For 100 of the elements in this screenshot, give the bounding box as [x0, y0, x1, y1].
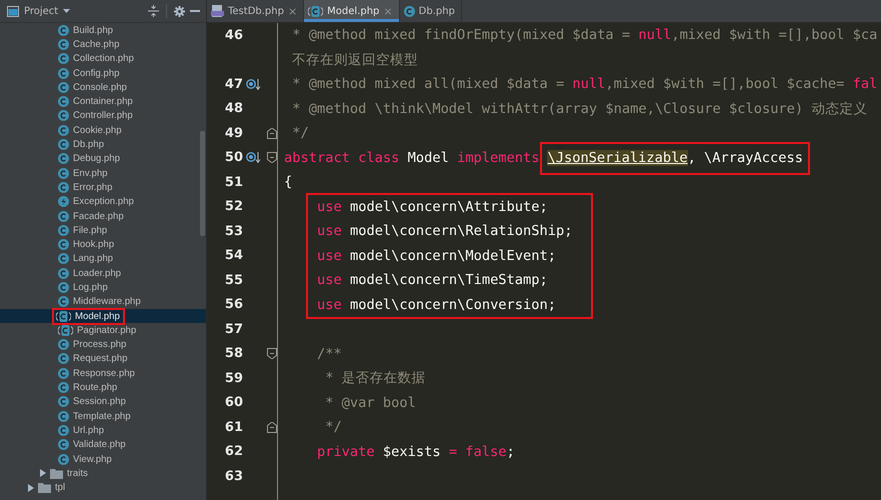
fold-marker-icon[interactable]: [267, 348, 277, 360]
class-file-icon: [58, 68, 69, 79]
settings-icon[interactable]: [174, 6, 185, 16]
code-line: use model\concern\TimeStamp;: [317, 271, 549, 290]
php-file-icon: [211, 5, 224, 17]
folder-icon: [50, 468, 63, 479]
tree-item[interactable]: Paginator.php: [77, 324, 136, 336]
line-number: 54: [224, 248, 243, 264]
class-file-icon: [58, 424, 69, 436]
tree-item[interactable]: Db.php: [73, 139, 104, 150]
line-number: 47: [224, 76, 243, 92]
abstract-class-icon: [56, 310, 71, 322]
editor-tab[interactable]: Db.php: [400, 0, 462, 22]
tree-item[interactable]: Cookie.php: [73, 124, 122, 136]
tree-item[interactable]: Url.php: [73, 424, 104, 436]
class-file-icon: [404, 6, 415, 16]
tree-item[interactable]: Request.php: [73, 353, 128, 364]
collapsed-arrow-icon[interactable]: [28, 484, 34, 492]
tree-item[interactable]: File.php: [73, 224, 108, 236]
code-line: * 是否存在数据: [324, 369, 427, 388]
code-line: use model\concern\ModelEvent;: [317, 246, 557, 266]
class-file-icon: [58, 139, 69, 150]
code-line: */: [324, 418, 343, 437]
tree-item[interactable]: Session.php: [73, 396, 126, 408]
tree-item[interactable]: Facade.php: [73, 210, 124, 222]
tree-item[interactable]: Loader.php: [73, 268, 122, 279]
tree-item[interactable]: Response.php: [73, 368, 135, 379]
implements-marker-icon[interactable]: [246, 78, 261, 91]
lightning-class-icon: [58, 196, 69, 208]
line-number: 58: [224, 346, 243, 362]
tree-item[interactable]: Cache.php: [73, 38, 120, 50]
class-file-icon: [58, 382, 69, 394]
code-line: * @method mixed findOrEmpty(mixed $data = null,mixed $with =[],bool $ca: [291, 26, 878, 45]
collapsed-arrow-icon[interactable]: [40, 469, 46, 478]
abstract-class-icon: [58, 324, 73, 336]
class-file-icon: [58, 110, 69, 122]
class-file-icon: [58, 396, 69, 408]
line-number: 62: [224, 444, 243, 460]
tree-item[interactable]: Process.php: [73, 339, 126, 350]
tree-item[interactable]: Route.php: [73, 382, 118, 394]
line-number: 60: [224, 395, 243, 410]
code-line: private $exists = false;: [316, 442, 516, 462]
tree-item[interactable]: Controller.php: [73, 110, 133, 122]
tree-item[interactable]: Hook.php: [73, 239, 114, 250]
fold-marker-icon[interactable]: [267, 152, 277, 164]
line-number: 56: [224, 297, 243, 312]
class-file-icon: [58, 282, 69, 293]
fold-marker-icon[interactable]: [267, 128, 277, 139]
class-file-icon: [58, 253, 69, 264]
tree-item[interactable]: Error.php: [73, 182, 112, 193]
tree-item[interactable]: Template.php: [73, 410, 131, 422]
tree-item[interactable]: Lang.php: [73, 253, 114, 264]
class-file-icon: [58, 454, 69, 465]
class-file-icon: [58, 439, 69, 450]
code-line: 不存在则返回空模型: [291, 50, 420, 70]
dropdown-caret-icon[interactable]: [63, 9, 70, 13]
panel-title[interactable]: Project: [24, 6, 58, 16]
class-file-icon: [58, 38, 69, 50]
tree-item[interactable]: Env.php: [73, 168, 108, 179]
tree-item[interactable]: Collection.php: [73, 53, 134, 64]
tree-item[interactable]: tpl: [55, 482, 66, 494]
fold-marker-icon[interactable]: [267, 422, 277, 433]
line-number: 57: [224, 322, 243, 337]
code-line: * @var bool: [324, 394, 417, 412]
project-window-icon: [7, 6, 19, 16]
tree-item[interactable]: Middleware.php: [73, 296, 141, 308]
tree-item[interactable]: traits: [67, 468, 88, 479]
tree-item[interactable]: Model.php: [75, 310, 120, 322]
close-tab-button[interactable]: ×: [288, 4, 298, 18]
tree-item[interactable]: View.php: [73, 454, 112, 465]
tree-item[interactable]: Validate.php: [73, 439, 126, 450]
line-number: 52: [224, 199, 243, 214]
tree-item[interactable]: Build.php: [73, 24, 114, 36]
code-line: use model\concern\Attribute;: [317, 198, 549, 216]
class-file-icon: [58, 24, 69, 36]
code-line: /**: [316, 344, 343, 364]
tree-item[interactable]: Exception.php: [73, 196, 134, 208]
editor-tab[interactable]: Model.php ×: [304, 0, 400, 22]
class-file-icon: [58, 296, 69, 308]
tree-item[interactable]: Container.php: [73, 96, 133, 108]
tree-item[interactable]: Config.php: [73, 68, 120, 79]
line-number: 63: [224, 468, 243, 484]
line-number: 50: [224, 150, 243, 166]
tree-item[interactable]: Log.php: [73, 282, 108, 293]
code-line: {: [284, 173, 294, 192]
class-file-icon: [58, 182, 69, 193]
class-file-icon: [58, 224, 69, 236]
tree-item[interactable]: Debug.php: [73, 153, 120, 164]
implements-marker-icon[interactable]: [246, 151, 261, 164]
class-file-icon: [58, 168, 69, 179]
code-line: abstract class Model implements \JsonSerializable, \ArrayAccess: [284, 148, 804, 168]
collapse-all-icon[interactable]: [148, 5, 159, 17]
class-file-icon: [58, 410, 69, 422]
class-file-icon: [58, 239, 69, 250]
line-number: 61: [224, 420, 243, 435]
tree-item[interactable]: Console.php: [73, 82, 127, 93]
scrollbar-thumb[interactable]: [200, 131, 205, 236]
class-file-icon: [58, 153, 69, 164]
line-number: 46: [224, 28, 243, 43]
line-number: 48: [224, 101, 243, 116]
